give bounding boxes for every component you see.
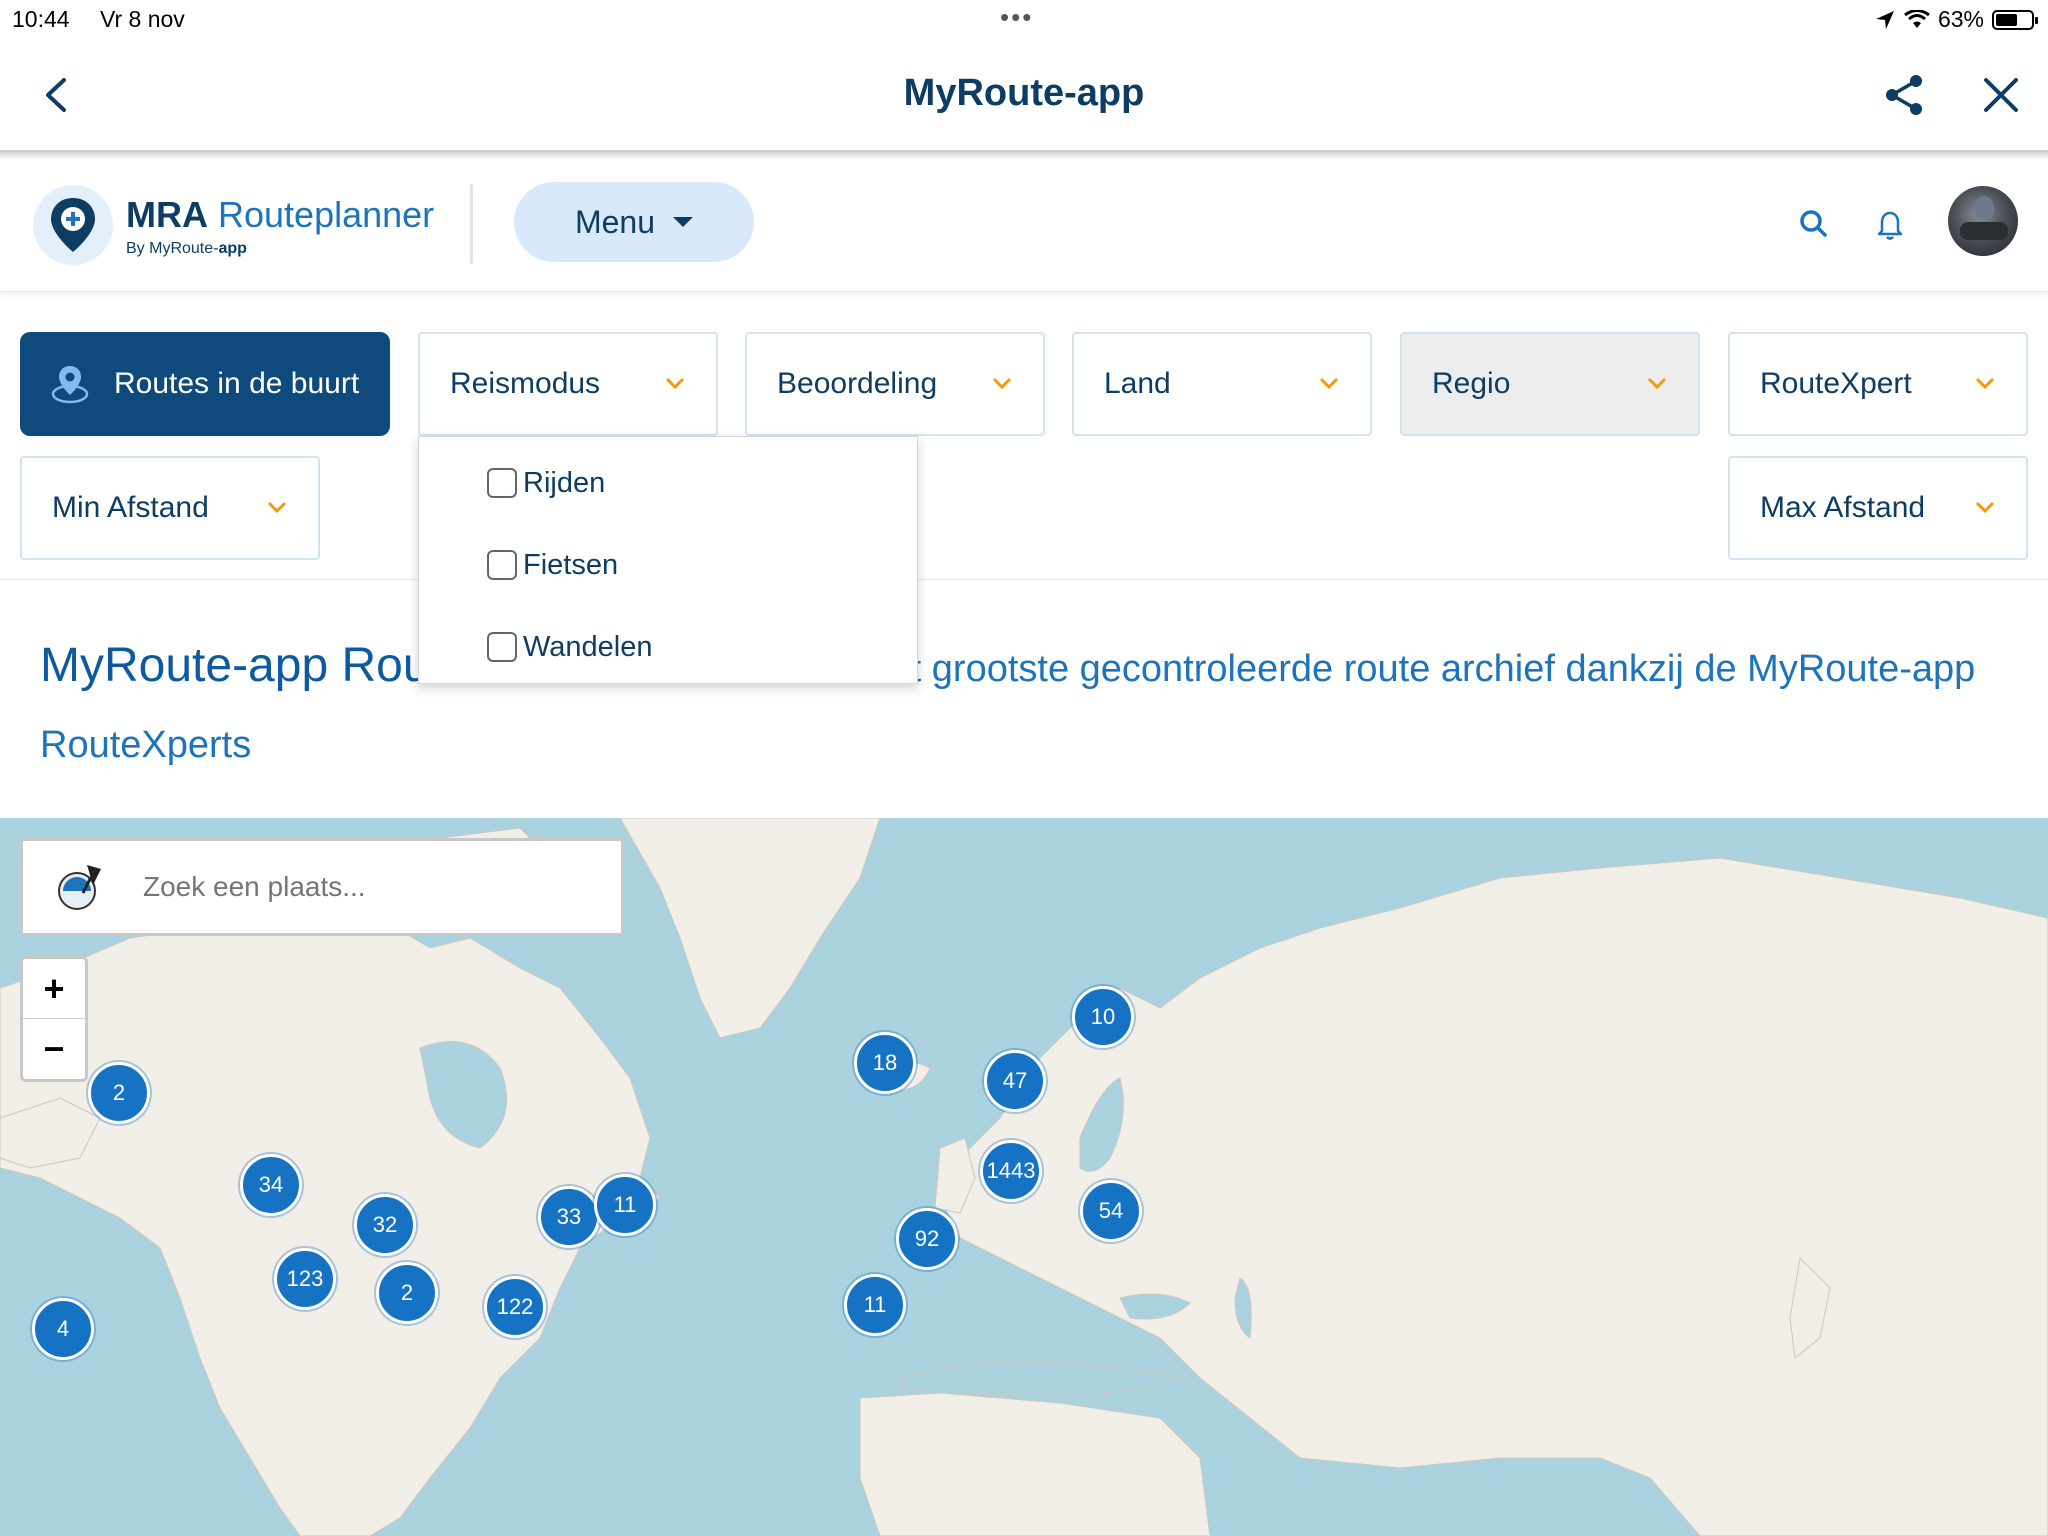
map-cluster[interactable]: 2 (88, 1062, 150, 1124)
heading-rest: et grootste gecontroleerde route archief… (889, 648, 1976, 690)
map-cluster[interactable]: 92 (896, 1208, 958, 1270)
logo[interactable]: MRA Routeplanner By MyRoute-app (30, 182, 440, 272)
routes-nearby-label: Routes in de buurt (114, 367, 360, 400)
travel-mode-filter[interactable]: Reismodus (418, 332, 718, 436)
logo-pin-icon (33, 185, 113, 265)
region-filter[interactable]: Regio (1400, 332, 1700, 436)
option-wandelen[interactable]: Wandelen (487, 627, 653, 667)
zoom-out-button[interactable]: − (23, 1019, 85, 1079)
chevron-down-icon (1647, 377, 1667, 390)
wifi-icon (1904, 9, 1930, 28)
share-icon[interactable] (1880, 70, 1930, 120)
route-map[interactable]: + − 2 34 32 33 11 123 2 122 4 18 47 10 1… (0, 818, 2048, 1536)
option-label: Wandelen (523, 630, 653, 663)
site-header: MRA Routeplanner By MyRoute-app Menu (0, 160, 2048, 292)
navbar-shadow (0, 150, 2048, 160)
map-cluster[interactable]: 54 (1080, 1180, 1142, 1242)
chevron-down-icon (1319, 377, 1339, 390)
webview-navbar: MyRoute-app (0, 40, 2048, 152)
chevron-down-icon (992, 377, 1012, 390)
map-cluster[interactable]: 32 (354, 1194, 416, 1256)
search-icon[interactable] (1794, 204, 1834, 244)
checkbox[interactable] (487, 550, 517, 580)
routexpert-label: RouteXpert (1760, 367, 1912, 400)
map-cluster[interactable]: 11 (594, 1174, 656, 1236)
country-filter[interactable]: Land (1072, 332, 1372, 436)
battery-percent: 63% (1937, 6, 1984, 32)
status-time: 10:44 (12, 6, 70, 32)
status-right: 63% (1874, 6, 2038, 33)
logo-subtitle: By MyRoute-app (126, 240, 247, 257)
battery-icon (1992, 9, 2038, 30)
caret-down-icon (673, 217, 694, 227)
zoom-control: + − (20, 956, 88, 1082)
map-cluster[interactable]: 18 (854, 1032, 916, 1094)
battery-level (1996, 13, 2018, 26)
map-cluster[interactable]: 123 (274, 1248, 336, 1310)
location-arrow-icon (1875, 10, 1894, 29)
option-label: Rijden (523, 466, 606, 499)
map-cluster[interactable]: 11 (844, 1274, 906, 1336)
chevron-down-icon (267, 501, 287, 514)
min-distance-filter[interactable]: Min Afstand (20, 456, 320, 560)
option-rijden[interactable]: Rijden (487, 463, 605, 503)
rating-filter[interactable]: Beoordeling (745, 332, 1045, 436)
map-cluster[interactable]: 122 (484, 1276, 546, 1338)
status-bar: 10:44 Vr 8 nov ••• 63% (0, 0, 2048, 40)
map-cluster[interactable]: 2 (376, 1262, 438, 1324)
routes-nearby-button[interactable]: Routes in de buurt (20, 332, 390, 436)
travel-mode-dropdown: Rijden Fietsen Wandelen (418, 436, 918, 684)
place-search-input[interactable] (143, 871, 583, 903)
multitask-dots-icon[interactable]: ••• (1000, 2, 1033, 33)
max-distance-label: Max Afstand (1760, 491, 1926, 524)
chevron-down-icon (665, 377, 685, 390)
close-icon[interactable] (1976, 70, 2026, 120)
page-heading: MyRoute-app Rou et grootste gecontroleerd… (40, 632, 2020, 787)
place-search-pin-icon (58, 865, 101, 910)
heading-line2[interactable]: RouteXperts (40, 724, 251, 766)
header-divider (470, 184, 473, 264)
page-title: MyRoute-app (903, 72, 1145, 114)
option-label: Fietsen (523, 548, 619, 581)
checkbox[interactable] (487, 468, 517, 498)
logo-brand: MRA Routeplanner (126, 194, 435, 235)
map-cluster[interactable]: 1443 (980, 1140, 1042, 1202)
map-cluster[interactable]: 4 (32, 1298, 94, 1360)
region-label: Regio (1432, 367, 1511, 400)
routexpert-filter[interactable]: RouteXpert (1728, 332, 2028, 436)
map-cluster[interactable]: 10 (1072, 986, 1134, 1048)
menu-label: Menu (574, 203, 656, 240)
status-date: Vr 8 nov (100, 6, 185, 32)
chevron-down-icon (1975, 501, 1995, 514)
map-cluster[interactable]: 47 (984, 1050, 1046, 1112)
heading-start: MyRoute-app Rou (40, 639, 430, 692)
rating-label: Beoordeling (777, 367, 938, 400)
zoom-in-button[interactable]: + (23, 959, 85, 1019)
menu-button[interactable]: Menu (514, 182, 754, 262)
option-fietsen[interactable]: Fietsen (487, 545, 618, 585)
place-search (20, 838, 624, 936)
travel-mode-label: Reismodus (450, 367, 601, 400)
checkbox[interactable] (487, 632, 517, 662)
chevron-down-icon (1975, 377, 1995, 390)
filter-bar: Routes in de buurt Reismodus Beoordeling… (0, 292, 2048, 580)
country-label: Land (1104, 367, 1171, 400)
avatar[interactable] (1948, 186, 2018, 256)
map-cluster[interactable]: 34 (240, 1154, 302, 1216)
max-distance-filter[interactable]: Max Afstand (1728, 456, 2028, 560)
bell-icon[interactable] (1870, 204, 1910, 244)
location-pin-icon (51, 366, 89, 404)
map-cluster[interactable]: 33 (538, 1186, 600, 1248)
min-distance-label: Min Afstand (52, 491, 209, 524)
